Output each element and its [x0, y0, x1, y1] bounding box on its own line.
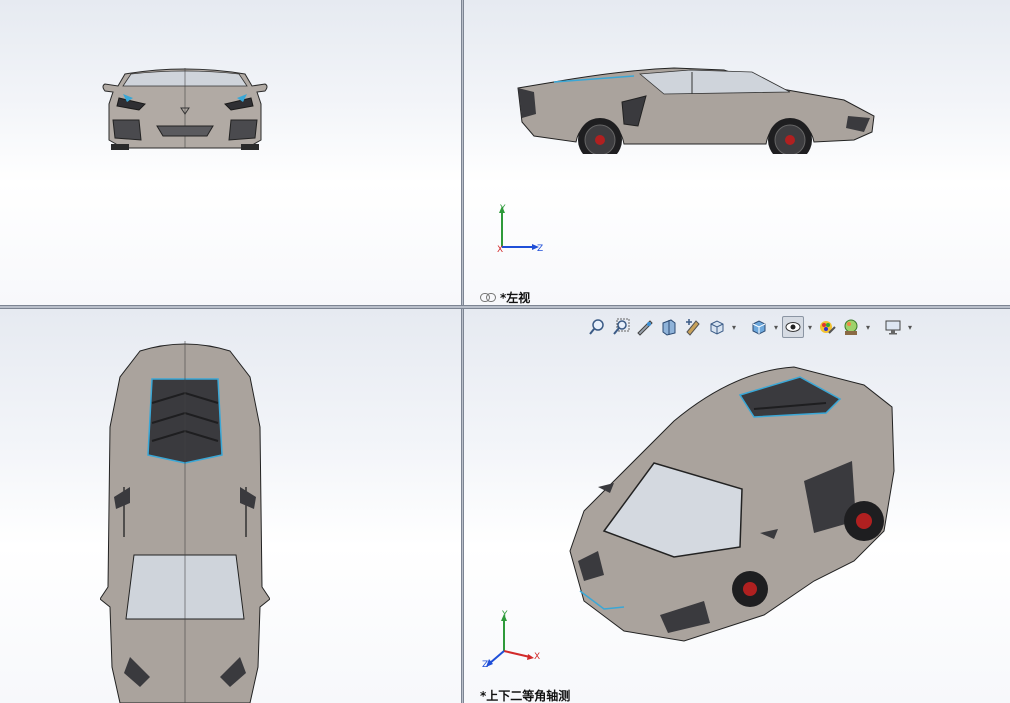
view-label-isometric: *上下二等角轴测 [480, 687, 570, 703]
dynamic-annotation-button[interactable] [682, 316, 704, 338]
edit-appearance-icon [820, 321, 836, 334]
view-orientation-button[interactable] [706, 316, 728, 338]
viewport-top[interactable] [0, 309, 461, 703]
display-style-icon [752, 320, 766, 335]
viewport-left[interactable]: Y Z X *左视 [464, 0, 1010, 305]
iso-triad-z-label: Z [482, 660, 488, 670]
section-view-icon [662, 319, 676, 336]
car-front-view [102, 68, 268, 150]
view-name-left: *左视 [500, 291, 531, 305]
apply-scene-button[interactable] [840, 316, 862, 338]
zoom-to-fit-button[interactable] [586, 316, 608, 338]
car-left-view [517, 67, 875, 154]
apply-scene-dropdown-icon[interactable]: ▾ [864, 323, 872, 332]
view-name-isometric: *上下二等角轴测 [480, 689, 571, 703]
section-view-button[interactable] [658, 316, 680, 338]
previous-view-button[interactable] [634, 316, 656, 338]
display-style-dropdown-icon[interactable]: ▾ [772, 323, 780, 332]
heads-up-view-toolbar: ▾ ▾ ▾ ▾ ▾ [586, 315, 914, 339]
view-orientation-dropdown-icon[interactable]: ▾ [730, 323, 738, 332]
zoom-to-area-icon [613, 318, 630, 335]
zoom-to-fit-icon [589, 319, 604, 335]
display-style-button[interactable] [748, 316, 770, 338]
previous-view-icon [637, 320, 653, 336]
viewport-isometric[interactable]: ▾ ▾ ▾ ▾ ▾ Y X Z *上下二等角轴测 [464, 309, 1010, 703]
view-settings-dropdown-icon[interactable]: ▾ [906, 323, 914, 332]
view-label-left: *左视 [480, 289, 530, 305]
view-settings-button[interactable] [882, 316, 904, 338]
link-icon [480, 293, 496, 302]
triad-z-label: Z [537, 244, 543, 254]
zoom-to-area-button[interactable] [610, 316, 632, 338]
iso-triad-y-label: Y [501, 610, 508, 620]
hide-show-items-button[interactable] [782, 316, 804, 338]
dynamic-annotation-icon [686, 319, 700, 336]
apply-scene-icon [844, 319, 858, 335]
view-orientation-icon [710, 320, 724, 335]
triad-y-label: Y [499, 204, 506, 214]
axis-triad-left: Y Z X [497, 204, 543, 255]
car-isometric-view [569, 366, 895, 642]
view-settings-icon [885, 320, 901, 335]
viewport-front[interactable] [0, 0, 461, 305]
viewport-divider-horizontal[interactable] [0, 305, 1010, 309]
car-top-view [100, 341, 270, 703]
hide-show-items-icon [785, 322, 801, 332]
hide-show-dropdown-icon[interactable]: ▾ [806, 323, 814, 332]
iso-triad-x-label: X [534, 652, 540, 662]
edit-appearance-button[interactable] [816, 316, 838, 338]
viewport-divider-vertical[interactable] [461, 0, 464, 703]
triad-x-label: X [497, 245, 503, 255]
axis-triad-isometric: Y X Z [482, 610, 540, 670]
